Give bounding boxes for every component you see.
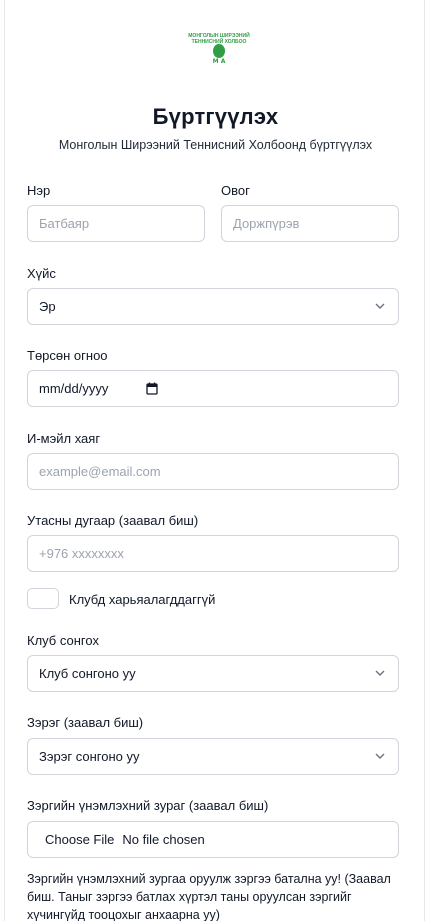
gender-value: Эр <box>39 299 56 314</box>
registration-card: МОНГОЛЫН ШИРЭЭНИЙ ТЕННИСНИЙ ХОЛБОО M A Б… <box>4 0 425 921</box>
email-input[interactable]: example@email.com <box>27 453 399 490</box>
federation-logo: МОНГОЛЫН ШИРЭЭНИЙ ТЕННИСНИЙ ХОЛБОО M A <box>187 30 251 66</box>
gender-select[interactable]: Эр <box>27 288 399 325</box>
chevron-down-icon <box>375 303 385 309</box>
choose-file-button[interactable]: Choose File <box>45 832 114 847</box>
no-club-checkbox[interactable] <box>27 588 59 609</box>
rank-photo-note: Зэргийн үнэмлэхний зургаа оруулж зэргээ … <box>27 872 391 921</box>
first-name-label: Нэр <box>27 183 51 198</box>
file-status: No file chosen <box>122 832 205 847</box>
first-name-input[interactable]: Батбаяр <box>27 205 205 242</box>
page-subtitle: Монголын Ширээний Теннисний Холбоонд бүр… <box>58 138 373 152</box>
chevron-down-icon <box>375 670 385 676</box>
gender-label: Хүйс <box>27 266 56 281</box>
phone-placeholder: +976 xxxxxxxx <box>39 546 124 561</box>
last-name-label: Овог <box>221 183 250 198</box>
svg-text:M A: M A <box>213 58 226 64</box>
rank-photo-file-input[interactable]: Choose File No file chosen <box>27 821 399 858</box>
last-name-input[interactable]: Доржпүрэв <box>221 205 399 242</box>
email-label: И-мэйл хаяг <box>27 431 101 446</box>
club-value: Клуб сонгоно уу <box>39 666 136 681</box>
birth-date-label: Төрсөн огноо <box>27 348 108 363</box>
rank-value: Зэрэг сонгоно уу <box>39 749 140 764</box>
phone-label: Утасны дугаар (заавал биш) <box>27 513 199 528</box>
rank-photo-label: Зэргийн үнэмлэхний зураг (заавал биш) <box>27 798 269 813</box>
rank-label: Зэрэг (заавал биш) <box>27 715 144 730</box>
no-club-label: Клубд харьяалагддаггүй <box>69 592 216 607</box>
page-title: Бүртгүүлэх <box>152 104 279 129</box>
phone-input[interactable]: +976 xxxxxxxx <box>27 535 399 572</box>
club-label: Клуб сонгох <box>27 633 99 648</box>
last-name-placeholder: Доржпүрэв <box>233 216 300 231</box>
birth-date-input[interactable]: mm/dd/yyyy <box>27 370 399 407</box>
first-name-placeholder: Батбаяр <box>39 216 90 231</box>
club-select[interactable]: Клуб сонгоно уу <box>27 655 399 692</box>
rank-select[interactable]: Зэрэг сонгоно уу <box>27 738 399 775</box>
chevron-down-icon <box>375 753 385 759</box>
logo-mark-icon: M A <box>213 44 226 64</box>
calendar-icon[interactable] <box>146 382 158 395</box>
birth-date-value: mm/dd/yyyy <box>39 381 109 396</box>
email-placeholder: example@email.com <box>39 464 161 479</box>
